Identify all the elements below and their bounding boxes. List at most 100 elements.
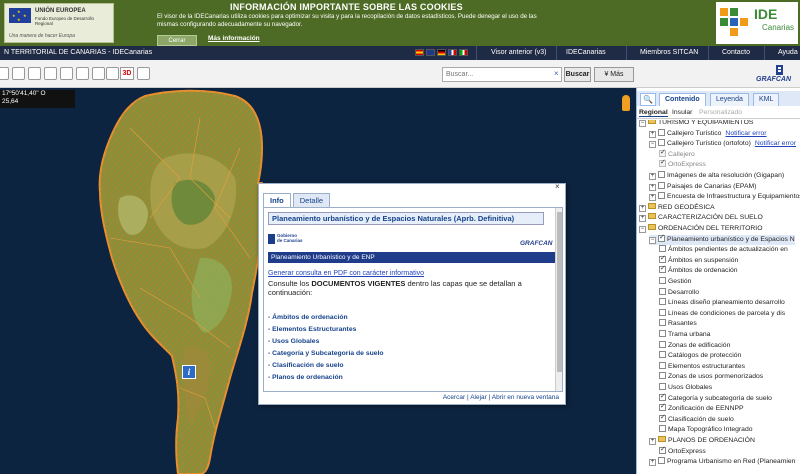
tree-layer[interactable]: Zonas de usos pormenorizados [659,372,763,382]
tree-layer[interactable]: Usos Globales [659,383,712,393]
tree-layer[interactable]: + Callejero Turístico Notificar error [649,128,767,139]
report-error-link[interactable]: Notificar error [725,130,766,137]
expand-icon[interactable]: + [649,130,656,138]
layer-checkbox[interactable] [659,264,666,274]
tab-kml[interactable]: KML [753,93,780,106]
pdf-report-link[interactable]: Generar consulta en PDF con carácter inf… [268,270,424,277]
layer-checkbox[interactable] [658,139,665,147]
layer-checkbox[interactable] [659,254,666,264]
measure-tool-icon[interactable] [0,67,9,80]
nav-link-visor-anterior[interactable]: Visor anterior (v3) [491,49,547,56]
nav-link-contacto[interactable]: Contacto [722,49,750,56]
export-icon[interactable] [106,67,119,80]
info-marker-icon[interactable]: i [182,365,196,379]
pencil-icon[interactable] [44,67,57,80]
expand-icon[interactable]: + [649,194,656,202]
search-icon[interactable]: 🔍 [640,93,656,106]
tab-info[interactable]: Info [263,193,291,207]
popup-scroll-thumb[interactable] [557,212,562,372]
draw-line-icon[interactable] [12,67,25,80]
tree-layer[interactable]: Elementos estructurantes [659,361,745,372]
cookie-more-info-link[interactable]: Más información [208,35,260,42]
tree-layer[interactable]: Ámbitos de ordenación [659,264,738,276]
tree-layer[interactable]: Clasificación de suelo [659,413,734,425]
table-icon[interactable] [137,67,150,80]
tree-layer[interactable]: Mapa Topográfico Integrado [659,425,753,435]
expand-icon[interactable]: + [649,438,656,445]
doc-link-categoria[interactable]: - Categoría y Subcategoría de suelo [268,348,554,360]
layer-checkbox[interactable] [658,457,665,465]
doc-link-elementos[interactable]: - Elementos Estructurantes [268,324,554,336]
zoom-out-link[interactable]: Alejar [470,394,487,401]
tree-layer[interactable]: Líneas diseño planeamiento desarrollo [659,298,785,308]
flag-es-icon[interactable] [415,49,424,56]
search-button[interactable]: Buscar [564,67,591,82]
layer-checkbox[interactable] [659,413,666,423]
close-icon[interactable]: × [555,182,565,192]
tree-layer[interactable]: + Programa Urbanismo en Red (Planeamien [649,457,795,467]
layer-checkbox[interactable] [659,372,666,380]
layer-checkbox[interactable] [659,383,666,390]
expand-icon[interactable]: + [649,183,656,191]
layer-checkbox[interactable] [659,308,666,316]
expand-icon[interactable]: + [639,215,646,223]
tree-layer[interactable]: Zonificación de EENNPP [659,402,744,414]
nav-link-ayuda[interactable]: Ayuda [778,49,798,56]
more-options-button[interactable]: ¥ Más [594,67,634,82]
layer-checkbox[interactable] [659,402,666,412]
subtab-insular[interactable]: Insular [672,109,692,116]
draw-polygon-icon[interactable] [28,67,41,80]
layer-checkbox[interactable] [659,392,666,402]
doc-link-clasificacion[interactable]: - Clasificación de suelo [268,360,554,372]
tree-layer[interactable]: − Callejero Turístico (ortofoto) Notificar… [649,139,796,149]
layer-checkbox[interactable] [658,181,665,189]
grafcan-logo[interactable]: GRAFCAN [752,64,798,86]
collapse-icon[interactable]: − [639,226,646,233]
search-input[interactable] [442,67,562,82]
tab-contenido[interactable]: Contenido [659,93,706,106]
tree-layer[interactable]: OrtoExpress [659,445,706,457]
layers-icon[interactable] [92,67,105,80]
subtab-regional[interactable]: Regional [639,109,668,117]
layer-checkbox[interactable] [659,298,666,306]
tree-folder[interactable]: + RED GEODÉSICA [639,202,715,213]
layer-checkbox[interactable] [659,340,666,348]
layer-checkbox[interactable] [658,233,665,243]
cookie-close-button[interactable]: Cerrar [157,35,197,46]
doc-link-ambitos[interactable]: - Ámbitos de ordenación [268,312,554,324]
tree-layer[interactable]: Zonas de edificación [659,340,730,351]
search-clear-icon[interactable]: × [554,69,559,78]
layer-checkbox[interactable] [659,287,666,295]
expand-icon[interactable]: + [649,173,656,180]
profile-icon[interactable] [60,67,73,80]
collapse-icon[interactable]: − [639,120,646,127]
tree-layer[interactable]: + Encuesta de Infraestructura y Equipamie… [649,192,800,202]
doc-link-planos[interactable]: - Planos de ordenación [268,372,554,384]
layer-checkbox[interactable] [658,128,665,136]
tree-layer[interactable]: Rasantes [659,319,697,329]
doc-link-usos[interactable]: - Usos Globales [268,336,554,348]
street-view-pegman-icon[interactable] [622,95,630,111]
tree-layer[interactable]: Trama urbana [659,330,710,340]
tab-leyenda[interactable]: Leyenda [710,93,749,106]
tree-layer[interactable]: + Paisajes de Canarias (EPAM) [649,181,756,192]
popup-scrollbar[interactable] [555,208,562,391]
nav-link-idecanarias[interactable]: IDECanarias [566,49,606,56]
tree-layer[interactable]: Ámbitos pendientes de actualización en [659,245,788,255]
idecanarias-logo[interactable]: IDE Canarias [716,2,798,44]
nav-link-miembros-sitcan[interactable]: Miembros SITCAN [640,49,698,56]
flag-en-icon[interactable] [426,49,435,56]
layer-checkbox[interactable] [659,445,666,455]
open-new-window-link[interactable]: Abrir en nueva ventana [492,394,559,401]
layer-checkbox[interactable] [659,245,666,253]
collapse-icon[interactable]: − [649,236,656,244]
tree-folder[interactable]: − ORDENACIÓN DEL TERRITORIO [639,224,763,234]
flag-de-icon[interactable] [437,49,446,56]
tree-layer[interactable]: Líneas de condiciones de parcela y dis [659,308,785,319]
print-icon[interactable] [76,67,89,80]
subtab-personalizado[interactable]: Personalizado [699,109,742,116]
collapse-icon[interactable]: − [649,141,656,149]
tree-layer[interactable]: Catálogos de protección [659,351,741,361]
expand-icon[interactable]: + [649,459,656,467]
view-3d-button[interactable]: 3D [120,67,134,80]
